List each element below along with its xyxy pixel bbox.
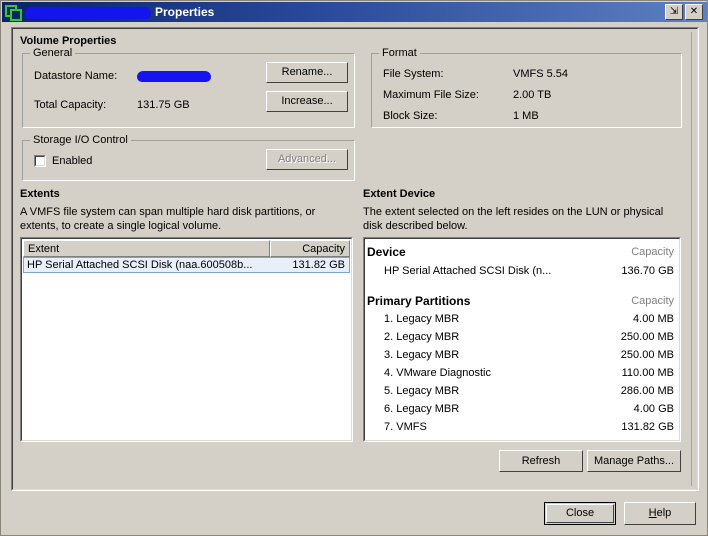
extent-device-heading: Extent Device <box>363 188 436 200</box>
datastore-name-value-redacted <box>137 71 211 82</box>
storage-io-enabled-checkbox[interactable]: Enabled <box>34 155 92 167</box>
refresh-button[interactable]: Refresh <box>499 450 583 472</box>
total-capacity-value: 131.75 GB <box>137 99 190 111</box>
partition-name: 2. Legacy MBR <box>384 331 460 343</box>
partition-row[interactable]: 7. VMFS 131.82 GB <box>367 418 674 436</box>
format-groupbox-label: Format <box>379 47 420 59</box>
extent-device-panel[interactable]: Device Capacity HP Serial Attached SCSI … <box>363 237 681 442</box>
volume-properties-dialog: Properties ⇲ ✕ Volume Properties General… <box>0 0 708 536</box>
partition-capacity: 4.00 MB <box>633 313 674 325</box>
restore-window-button[interactable]: ⇲ <box>665 4 683 20</box>
partition-name: 4. VMware Diagnostic <box>384 367 491 379</box>
device-capacity-header: Capacity <box>631 246 674 258</box>
partition-row[interactable]: 5. Legacy MBR 286.00 MB <box>367 382 674 400</box>
primary-partitions-capacity-header: Capacity <box>631 295 674 307</box>
datastore-name-label: Datastore Name: <box>34 70 118 82</box>
extents-heading: Extents <box>20 188 60 200</box>
extents-list[interactable]: Extent Capacity HP Serial Attached SCSI … <box>20 237 353 442</box>
device-item-capacity: 136.70 GB <box>621 265 674 277</box>
block-size-value: 1 MB <box>513 110 539 122</box>
title-bar[interactable]: Properties ⇲ ✕ <box>2 2 707 22</box>
device-header-label: Device <box>367 245 406 259</box>
help-button-label: elp <box>656 507 672 519</box>
redacted-datastore-name <box>25 6 151 19</box>
extents-column-capacity[interactable]: Capacity <box>270 240 350 257</box>
file-system-value: VMFS 5.54 <box>513 68 569 80</box>
general-groupbox-label: General <box>30 47 76 59</box>
vmware-datastore-icon <box>5 4 22 21</box>
partition-name: 7. VMFS <box>384 421 427 433</box>
extents-row[interactable]: HP Serial Attached SCSI Disk (naa.600508… <box>23 257 350 273</box>
partition-capacity: 110.00 MB <box>621 367 674 379</box>
extents-column-headers: Extent Capacity <box>23 240 350 257</box>
panel-divider <box>691 32 692 486</box>
partition-row[interactable]: 4. VMware Diagnostic 110.00 MB <box>367 364 674 382</box>
extents-row-capacity: 131.82 GB <box>292 259 345 271</box>
partition-name: 5. Legacy MBR <box>384 385 460 397</box>
storage-io-control-groupbox: Storage I/O Control Enabled Advanced... <box>22 134 355 181</box>
partition-capacity: 250.00 MB <box>620 349 674 361</box>
extents-column-extent[interactable]: Extent <box>23 240 270 257</box>
window-title: Properties <box>24 5 663 19</box>
rename-button[interactable]: Rename... <box>266 62 348 83</box>
partition-row[interactable]: 6. Legacy MBR 4.00 GB <box>367 400 674 418</box>
maximum-file-size-value: 2.00 TB <box>513 89 552 101</box>
manage-paths-button[interactable]: Manage Paths... <box>587 450 681 472</box>
window-title-suffix: Properties <box>155 5 215 19</box>
maximum-file-size-label: Maximum File Size: <box>383 89 479 101</box>
increase-button[interactable]: Increase... <box>266 91 348 112</box>
close-window-button[interactable]: ✕ <box>685 4 703 20</box>
format-groupbox: Format File System: VMFS 5.54 Maximum Fi… <box>371 47 682 128</box>
storage-io-enabled-label: Enabled <box>52 155 93 167</box>
device-section-header: Device Capacity <box>367 243 674 261</box>
primary-partitions-label: Primary Partitions <box>367 294 471 308</box>
dialog-content-panel: Volume Properties General Datastore Name… <box>11 27 699 491</box>
general-groupbox: General Datastore Name: Total Capacity: … <box>22 47 355 128</box>
total-capacity-label: Total Capacity: <box>34 99 107 111</box>
partition-name: 6. Legacy MBR <box>384 403 460 415</box>
device-item-row[interactable]: HP Serial Attached SCSI Disk (n... 136.7… <box>367 262 674 280</box>
block-size-label: Block Size: <box>383 110 438 122</box>
help-button-accelerator: H <box>648 507 657 519</box>
extents-description: A VMFS file system can span multiple har… <box>20 206 316 232</box>
extent-device-description: The extent selected on the left resides … <box>363 206 664 232</box>
partition-capacity: 131.82 GB <box>621 421 674 433</box>
device-item-name: HP Serial Attached SCSI Disk (n... <box>384 265 552 277</box>
partition-name: 3. Legacy MBR <box>384 349 460 361</box>
storage-io-advanced-button: Advanced... <box>266 149 348 170</box>
close-button-label: Close <box>565 507 595 519</box>
partition-row[interactable]: 1. Legacy MBR 4.00 MB <box>367 310 674 328</box>
title-bar-buttons: ⇲ ✕ <box>663 4 703 20</box>
partition-row[interactable]: 3. Legacy MBR 250.00 MB <box>367 346 674 364</box>
file-system-label: File System: <box>383 68 444 80</box>
partition-capacity: 250.00 MB <box>620 331 674 343</box>
partition-capacity: 286.00 MB <box>620 385 674 397</box>
storage-io-control-label: Storage I/O Control <box>30 134 131 146</box>
extents-row-name: HP Serial Attached SCSI Disk (naa.600508… <box>27 259 253 271</box>
volume-properties-heading: Volume Properties <box>20 35 117 47</box>
primary-partitions-header: Primary Partitions Capacity <box>367 292 674 310</box>
partition-capacity: 4.00 GB <box>633 403 674 415</box>
partition-name: 1. Legacy MBR <box>384 313 460 325</box>
close-button[interactable]: Close <box>544 502 616 525</box>
help-button[interactable]: Help <box>624 502 696 525</box>
partition-row[interactable]: 2. Legacy MBR 250.00 MB <box>367 328 674 346</box>
checkbox-box-icon[interactable] <box>34 155 46 167</box>
